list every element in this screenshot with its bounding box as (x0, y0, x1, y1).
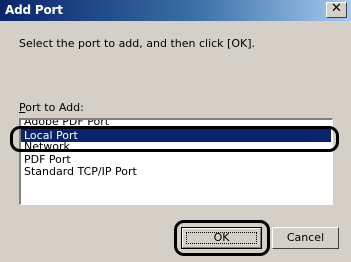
list-item-standard-tcpip-port[interactable]: Standard TCP/IP Port (21, 165, 331, 178)
list-item-network[interactable]: Network (21, 140, 331, 153)
port-listbox[interactable]: Adobe PDF Port Local Port Network PDF Po… (19, 118, 333, 205)
instruction-text: Select the port to add, and then click [… (19, 37, 256, 50)
close-button[interactable]: ✕ (326, 1, 347, 18)
add-port-dialog: Add Port ✕ Select the port to add, and t… (0, 0, 351, 262)
ok-button-label: OK (213, 231, 230, 244)
title-bar[interactable]: Add Port ✕ (0, 0, 351, 21)
ok-button[interactable]: OK (181, 227, 262, 249)
cancel-button[interactable]: Cancel (272, 227, 339, 249)
window-title: Add Port (5, 3, 63, 17)
port-list-label: Port to Add: (19, 101, 84, 114)
port-list-label-text: ort to Add: (25, 101, 84, 114)
close-icon: ✕ (331, 1, 342, 16)
list-item-adobe-pdf-port[interactable]: Adobe PDF Port (21, 120, 331, 128)
cancel-button-label: Cancel (286, 231, 325, 244)
